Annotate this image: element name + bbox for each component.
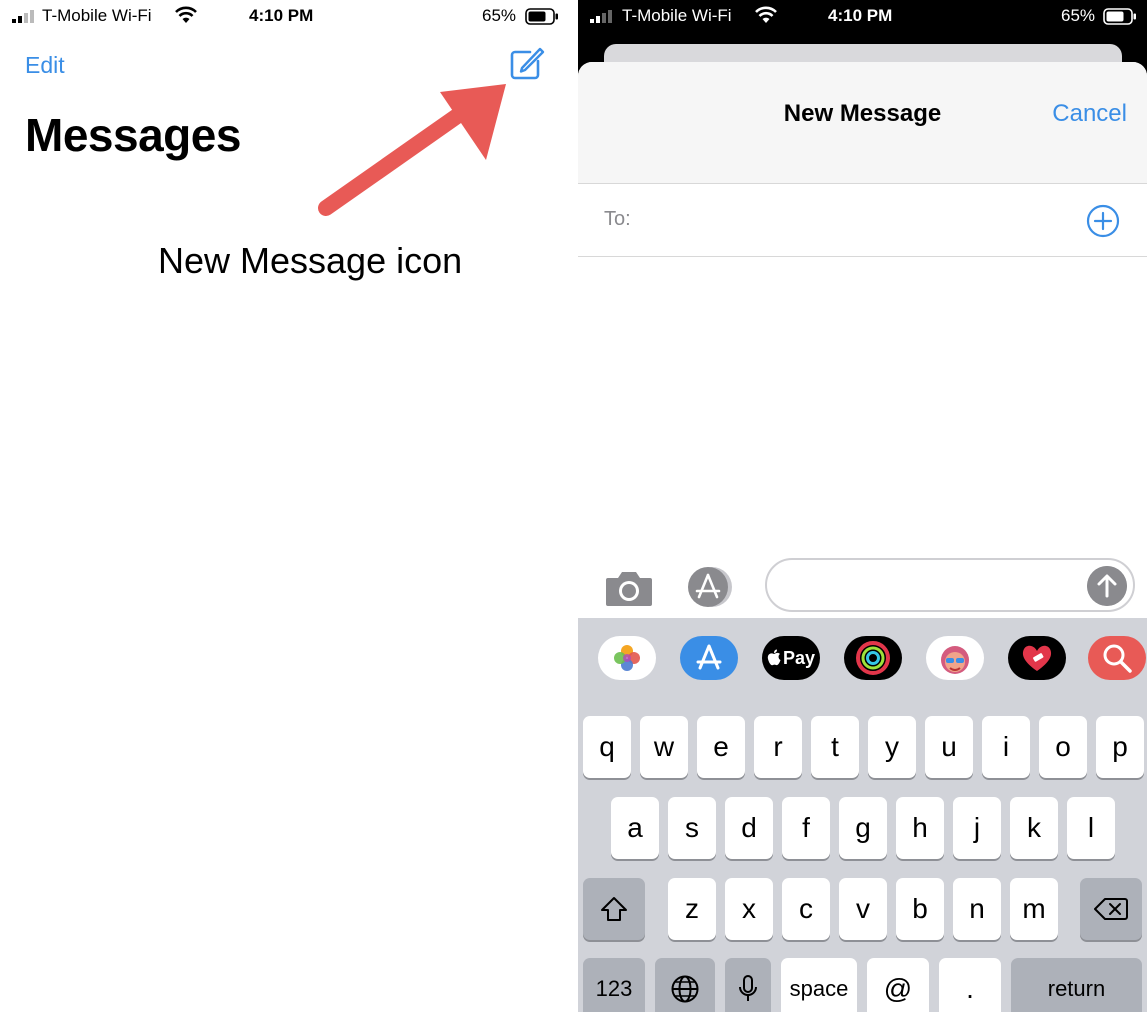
activity-app-icon[interactable] [844, 636, 902, 680]
shift-key[interactable] [583, 878, 645, 940]
key-z[interactable]: z [668, 878, 716, 940]
key-a[interactable]: a [611, 797, 659, 859]
key-d[interactable]: d [725, 797, 773, 859]
key-e[interactable]: e [697, 716, 745, 778]
key-x[interactable]: x [725, 878, 773, 940]
key-l[interactable]: l [1067, 797, 1115, 859]
return-key[interactable]: return [1011, 958, 1142, 1012]
wifi-icon [755, 6, 777, 23]
to-label: To: [604, 208, 631, 230]
memoji-app-icon[interactable] [926, 636, 984, 680]
app-store-icon[interactable] [684, 566, 740, 608]
recipient-field[interactable]: To: [578, 184, 1147, 257]
annotation-arrow-icon [318, 84, 506, 216]
send-arrow-icon[interactable] [1087, 566, 1127, 606]
key-k[interactable]: k [1010, 797, 1058, 859]
digital-touch-app-icon[interactable] [1008, 636, 1066, 680]
key-m[interactable]: m [1010, 878, 1058, 940]
key-j[interactable]: j [953, 797, 1001, 859]
signal-icon [12, 10, 34, 23]
clock-label: 4:10 PM [828, 6, 893, 25]
new-message-sheet: New Message Cancel To: Pay q w e r t y u… [578, 62, 1147, 1012]
key-q[interactable]: q [583, 716, 631, 778]
images-search-app-icon[interactable] [1088, 636, 1146, 680]
camera-icon[interactable] [604, 566, 654, 608]
key-g[interactable]: g [839, 797, 887, 859]
key-f[interactable]: f [782, 797, 830, 859]
edit-button[interactable]: Edit [25, 52, 65, 79]
key-y[interactable]: y [868, 716, 916, 778]
page-title: Messages [25, 109, 241, 161]
status-bar: T-Mobile Wi-Fi 4:10 PM 65% [578, 0, 1147, 34]
key-p[interactable]: p [1096, 716, 1144, 778]
annotation-label: New Message icon [158, 240, 463, 281]
plus-circle-icon[interactable] [1086, 204, 1120, 238]
key-v[interactable]: v [839, 878, 887, 940]
globe-key[interactable] [655, 958, 715, 1012]
messages-list-screen: T-Mobile Wi-Fi 4:10 PM 65% Edit Messages… [0, 0, 578, 1012]
globe-icon [671, 975, 699, 1003]
sheet-header: New Message Cancel [578, 62, 1147, 184]
backspace-icon [1094, 898, 1128, 920]
battery-icon [1103, 8, 1136, 25]
key-h[interactable]: h [896, 797, 944, 859]
key-o[interactable]: o [1039, 716, 1087, 778]
clock-label: 4:10 PM [249, 6, 314, 25]
key-w[interactable]: w [640, 716, 688, 778]
key-dot[interactable]: . [939, 958, 1001, 1012]
key-r[interactable]: r [754, 716, 802, 778]
cancel-button[interactable]: Cancel [1052, 100, 1127, 128]
key-b[interactable]: b [896, 878, 944, 940]
photos-app-icon[interactable] [598, 636, 656, 680]
keyboard: q w e r t y u i o p a s d f g h j k l z … [578, 700, 1147, 1012]
apple-pay-label: Pay [782, 647, 816, 668]
status-bar: T-Mobile Wi-Fi 4:10 PM 65% [0, 0, 578, 34]
key-t[interactable]: t [811, 716, 859, 778]
key-n[interactable]: n [953, 878, 1001, 940]
apple-pay-icon[interactable]: Pay [762, 636, 820, 680]
microphone-icon [739, 975, 757, 1001]
delete-key[interactable] [1080, 878, 1142, 940]
message-input-bar [578, 548, 1147, 618]
key-i[interactable]: i [982, 716, 1030, 778]
battery-icon [525, 8, 558, 25]
key-c[interactable]: c [782, 878, 830, 940]
message-input[interactable] [765, 558, 1135, 612]
battery-percent: 65% [1061, 6, 1096, 25]
numbers-key[interactable]: 123 [583, 958, 645, 1012]
key-at[interactable]: @ [867, 958, 929, 1012]
signal-icon [590, 10, 612, 23]
app-store-icon[interactable] [680, 636, 738, 680]
shift-arrow-icon [601, 897, 627, 921]
carrier-label: T-Mobile Wi-Fi [622, 6, 732, 25]
battery-percent: 65% [482, 6, 517, 25]
wifi-icon [175, 6, 197, 23]
new-message-screen: T-Mobile Wi-Fi 4:10 PM 65% New Message C… [578, 0, 1147, 1012]
imessage-app-strip: Pay [578, 618, 1147, 700]
space-key[interactable]: space [781, 958, 857, 1012]
dictation-key[interactable] [725, 958, 771, 1012]
carrier-label: T-Mobile Wi-Fi [42, 6, 152, 25]
key-s[interactable]: s [668, 797, 716, 859]
key-u[interactable]: u [925, 716, 973, 778]
